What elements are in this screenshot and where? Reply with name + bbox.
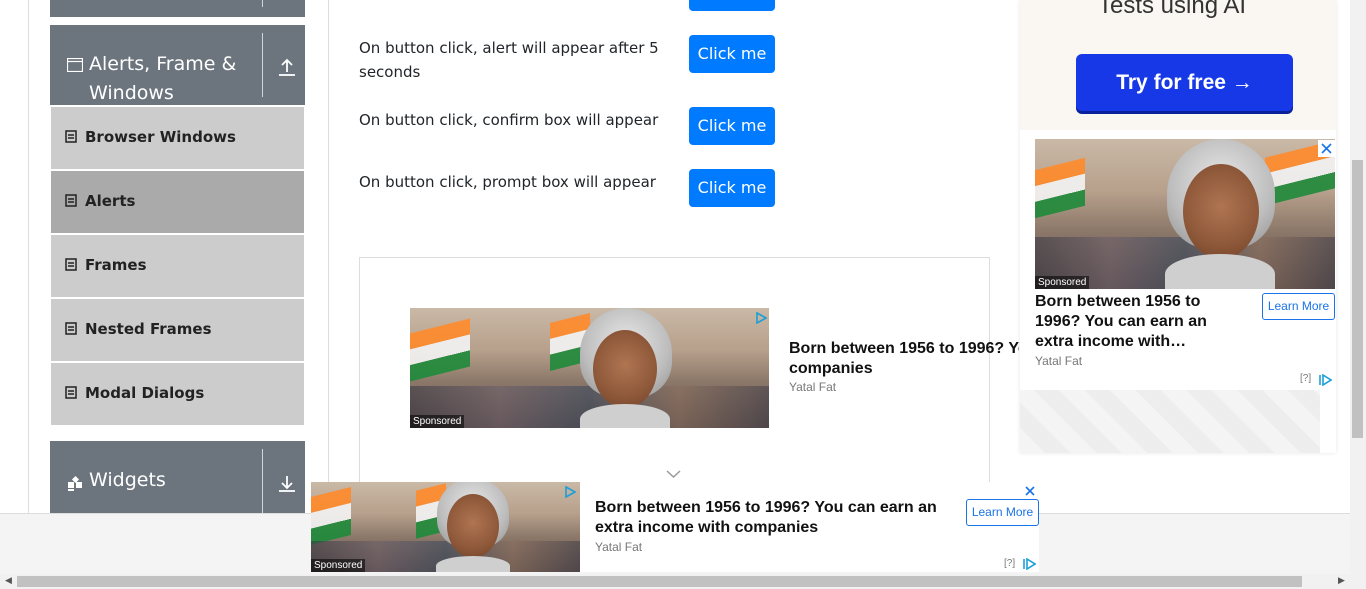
page: Alerts, Frame & Windows Browser Windows … <box>0 0 1366 589</box>
face-shape <box>593 330 657 408</box>
background-pattern <box>1020 390 1320 453</box>
up-arrow-icon[interactable] <box>276 56 298 78</box>
right-ad-image[interactable]: Sponsored <box>1035 139 1335 289</box>
down-arrow-icon[interactable] <box>276 472 298 494</box>
group-alerts-frame-windows[interactable]: Alerts, Frame & Windows <box>50 25 305 105</box>
adchoices-icon[interactable] <box>564 486 576 498</box>
sidebar-item-nested-frames[interactable]: Nested Frames <box>51 299 304 361</box>
right-ad-top-banner: Tests using AI Try for free → <box>1020 0 1336 130</box>
center-ad-image[interactable]: Sponsored <box>410 308 769 428</box>
previous-group-header[interactable] <box>50 0 305 17</box>
adchoices-icon[interactable] <box>1022 558 1036 570</box>
sidebar-item-frames[interactable]: Frames <box>51 235 304 297</box>
sidebar-left-border <box>28 0 29 515</box>
confirm-button[interactable]: Click me <box>689 107 775 145</box>
sidebar-item-label: Frames <box>85 256 147 274</box>
list-icon <box>65 386 77 399</box>
body-shape <box>1165 254 1275 289</box>
scroll-right-arrow-icon[interactable]: ▶ <box>1338 576 1345 586</box>
chevron-down-icon[interactable] <box>666 469 681 479</box>
confirm-box-description: On button click, confirm box will appear <box>359 111 659 129</box>
sidebar-item-label: Browser Windows <box>85 128 236 146</box>
horizontal-scrollbar-thumb[interactable] <box>17 576 1302 587</box>
sidebar-item-label: Modal Dialogs <box>85 384 205 402</box>
sidebar-item-modal-dialogs[interactable]: Modal Dialogs <box>51 363 304 425</box>
bottom-ad-advertiser: Yatal Fat <box>595 540 643 554</box>
learn-more-button[interactable]: Learn More <box>1262 293 1335 320</box>
timer-alert-button[interactable]: Click me <box>689 35 775 73</box>
flag-shape <box>311 487 351 545</box>
body-shape <box>436 556 510 572</box>
scroll-left-arrow-icon[interactable]: ◀ <box>5 576 12 586</box>
group-title-line2: Windows <box>89 82 174 104</box>
group-divider <box>262 0 263 7</box>
click-me-button-previous[interactable] <box>689 0 775 11</box>
right-ad-title-line1[interactable]: Born between 1956 to <box>1035 292 1200 312</box>
face-shape <box>1183 164 1259 259</box>
list-icon <box>65 258 77 271</box>
center-ad-advertiser: Yatal Fat <box>789 380 837 394</box>
group-widgets[interactable]: Widgets <box>50 441 305 516</box>
sidebar-item-browser-windows[interactable]: Browser Windows <box>51 107 304 169</box>
right-ad-headline: Tests using AI <box>1098 0 1247 19</box>
window-icon <box>67 58 83 72</box>
right-ad[interactable]: Tests using AI Try for free → Sponsored … <box>1020 0 1336 453</box>
center-ad-title-line1[interactable]: Born between 1956 to 1996? Yo <box>789 339 1019 359</box>
adchoices-icon[interactable] <box>1318 374 1332 386</box>
sidebar-item-label: Alerts <box>85 192 136 210</box>
bottom-ad-title-line2[interactable]: extra income with companies <box>595 518 818 538</box>
group-divider <box>262 449 263 513</box>
list-icon <box>65 130 77 143</box>
group-title: Widgets <box>89 469 166 491</box>
close-icon <box>1321 143 1332 154</box>
face-shape <box>447 494 499 558</box>
right-ad-title-line2[interactable]: 1996? You can earn an <box>1035 312 1207 332</box>
body-shape <box>580 404 670 428</box>
bottom-ad-image[interactable]: Sponsored <box>311 482 580 572</box>
group-title-line1: Alerts, Frame & <box>89 53 237 75</box>
sidebar-item-label: Nested Frames <box>85 320 212 338</box>
learn-more-button[interactable]: Learn More <box>966 499 1039 526</box>
sponsored-label: Sponsored <box>311 559 366 572</box>
sidebar-right-border <box>328 0 329 515</box>
bottom-ad[interactable]: Sponsored Born between 1956 to 1996? You… <box>311 482 1039 572</box>
alert-delay-description: On button click, alert will appear after… <box>359 39 659 81</box>
widgets-icon <box>68 475 82 491</box>
close-ad-button[interactable] <box>1318 140 1335 157</box>
adchoices-icon[interactable] <box>755 312 767 324</box>
flag-shape <box>1035 157 1085 219</box>
flag-shape <box>410 318 470 382</box>
sidebar-item-alerts[interactable]: Alerts <box>51 171 304 233</box>
right-ad-title-line3[interactable]: extra income with… <box>1035 332 1186 352</box>
group-divider <box>262 33 263 97</box>
sponsored-label: Sponsored <box>410 415 465 428</box>
prompt-button[interactable]: Click me <box>689 169 775 207</box>
sponsored-label: Sponsored <box>1035 276 1090 289</box>
ad-info-link[interactable]: [?] <box>1300 373 1311 384</box>
bottom-ad-title-line1[interactable]: Born between 1956 to 1996? You can earn … <box>595 498 937 518</box>
close-icon[interactable] <box>1023 484 1037 498</box>
right-ad-advertiser: Yatal Fat <box>1035 354 1083 368</box>
list-icon <box>65 194 77 207</box>
list-icon <box>65 322 77 335</box>
ad-info-link[interactable]: [?] <box>1004 558 1015 569</box>
center-ad-title-line2[interactable]: companies <box>789 359 873 379</box>
vertical-scrollbar-thumb[interactable] <box>1352 160 1363 438</box>
try-for-free-button[interactable]: Try for free → <box>1076 54 1293 111</box>
prompt-box-description: On button click, prompt box will appear <box>359 173 656 191</box>
